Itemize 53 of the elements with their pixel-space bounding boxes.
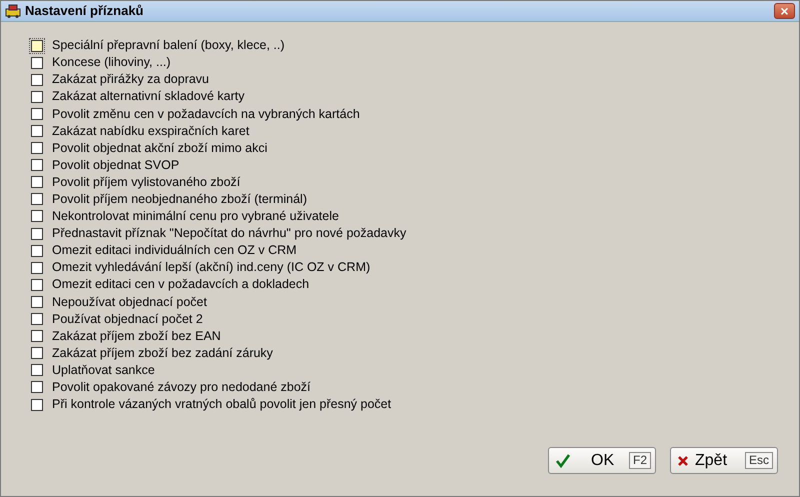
checkbox[interactable]	[31, 278, 43, 291]
checkbox[interactable]	[31, 313, 43, 326]
checkbox[interactable]	[31, 398, 43, 411]
option-label: Omezit editaci cen v požadavcích a dokladech	[52, 276, 310, 294]
option-label: Zakázat nabídku exspiračních karet	[52, 122, 250, 140]
option-label: Povolit objednat SVOP	[52, 156, 180, 174]
option-label: Uplatňovat sankce	[52, 362, 155, 379]
checkbox[interactable]	[31, 40, 43, 52]
checkmark-icon	[555, 454, 571, 468]
checkbox[interactable]	[31, 210, 43, 222]
checkbox[interactable]	[31, 74, 43, 86]
option-label: Povolit objednat akční zboží mimo akci	[52, 140, 268, 157]
option-label: Používat objednací počet 2	[52, 310, 203, 328]
checkbox[interactable]	[31, 159, 43, 172]
ok-button[interactable]: OK F2	[548, 447, 656, 474]
option-label: Povolit příjem vylistovaného zboží	[52, 174, 240, 191]
cross-icon	[677, 454, 689, 466]
close-button[interactable]: ×	[774, 3, 795, 19]
option-label: Speciální přepravní balení (boxy, klece, ..)	[52, 37, 285, 54]
checkbox[interactable]	[31, 125, 43, 138]
window-title: Nastavení příznaků	[25, 2, 144, 20]
checkbox[interactable]	[31, 364, 43, 376]
checkbox[interactable]	[31, 193, 43, 206]
option-label: Zakázat příjem zboží bez zadání záruky	[52, 344, 273, 362]
checkbox[interactable]	[31, 244, 43, 257]
option-label: Povolit změnu cen v požadavcích na vybraných kartách	[52, 106, 360, 123]
app-icon	[5, 4, 21, 18]
checkbox[interactable]	[31, 176, 43, 188]
checkbox[interactable]	[31, 228, 43, 240]
option-label: Koncese (lihoviny, ...)	[52, 54, 171, 72]
option-label: Zakázat příjem zboží bez EAN	[52, 328, 221, 345]
checkbox[interactable]	[31, 381, 43, 394]
option-label: Povolit opakované závozy pro nedodané zboží	[52, 379, 311, 396]
checkbox[interactable]	[31, 142, 43, 154]
checkbox[interactable]	[31, 108, 43, 120]
checkbox[interactable]	[31, 347, 43, 360]
checkbox[interactable]	[31, 296, 43, 308]
checkbox[interactable]	[31, 262, 43, 274]
option-label: Omezit editaci individuálních cen OZ v CRM	[52, 242, 297, 260]
option-label: Při kontrole vázaných vratných obalů povolit jen přesný počet	[52, 396, 392, 414]
option-label: Povolit příjem neobjednaného zboží (terminál)	[52, 191, 307, 208]
option-label: Nepoužívat objednací počet	[52, 294, 207, 311]
checkbox[interactable]	[31, 90, 43, 103]
option-label: Přednastavit příznak "Nepočítat do návrhu" pro nové požadavky	[52, 225, 406, 242]
checkbox[interactable]	[31, 330, 43, 342]
shortcut-key-label: F2	[628, 452, 651, 469]
option-label: Zakázat alternativní skladové karty	[52, 88, 244, 106]
checkbox[interactable]	[31, 56, 43, 69]
back-button[interactable]: Zpět Esc	[670, 447, 778, 474]
option-label: Zakázat přirážky za dopravu	[52, 71, 210, 88]
shortcut-key-label: Esc	[744, 452, 773, 469]
option-label: Nekontrolovat minimální cenu pro vybrané uživatele	[52, 208, 339, 226]
option-label: Omezit vyhledávání lepší (akční) ind.ceny (IC OZ v CRM)	[52, 259, 370, 276]
